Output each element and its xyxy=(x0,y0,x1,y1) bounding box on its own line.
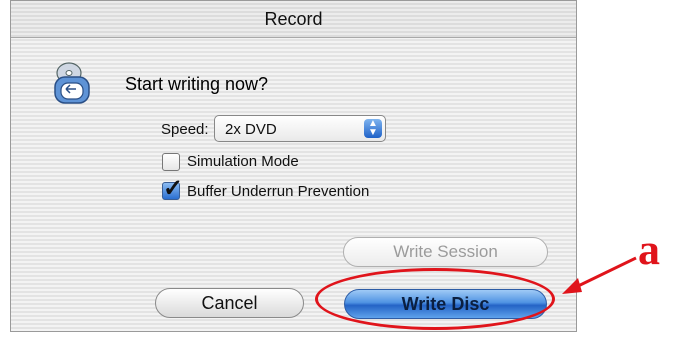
cancel-button[interactable]: Cancel xyxy=(155,288,304,318)
window-title: Record xyxy=(264,9,323,29)
highlight-ellipse xyxy=(315,268,555,330)
write-session-button[interactable]: Write Session xyxy=(343,237,548,267)
burn-disc-icon xyxy=(54,62,90,104)
simulation-mode-label: Simulation Mode xyxy=(187,153,299,170)
speed-value: 2x DVD xyxy=(225,121,277,138)
annotation-letter: a xyxy=(638,225,660,274)
annotation-arrow-icon xyxy=(562,256,637,294)
simulation-mode-checkbox[interactable] xyxy=(162,153,180,171)
updown-arrows-icon: ▲ ▼ xyxy=(364,119,382,138)
buffer-underrun-label: Buffer Underrun Prevention xyxy=(187,183,370,200)
speed-select[interactable]: 2x DVD ▲ ▼ xyxy=(214,115,386,142)
buffer-underrun-checkbox[interactable]: ✓ xyxy=(162,175,183,202)
checkmark-icon: ✓ xyxy=(163,175,184,202)
title-bar[interactable]: Record xyxy=(11,1,576,38)
speed-label: Speed: xyxy=(161,121,209,138)
prompt-question: Start writing now? xyxy=(125,74,269,94)
